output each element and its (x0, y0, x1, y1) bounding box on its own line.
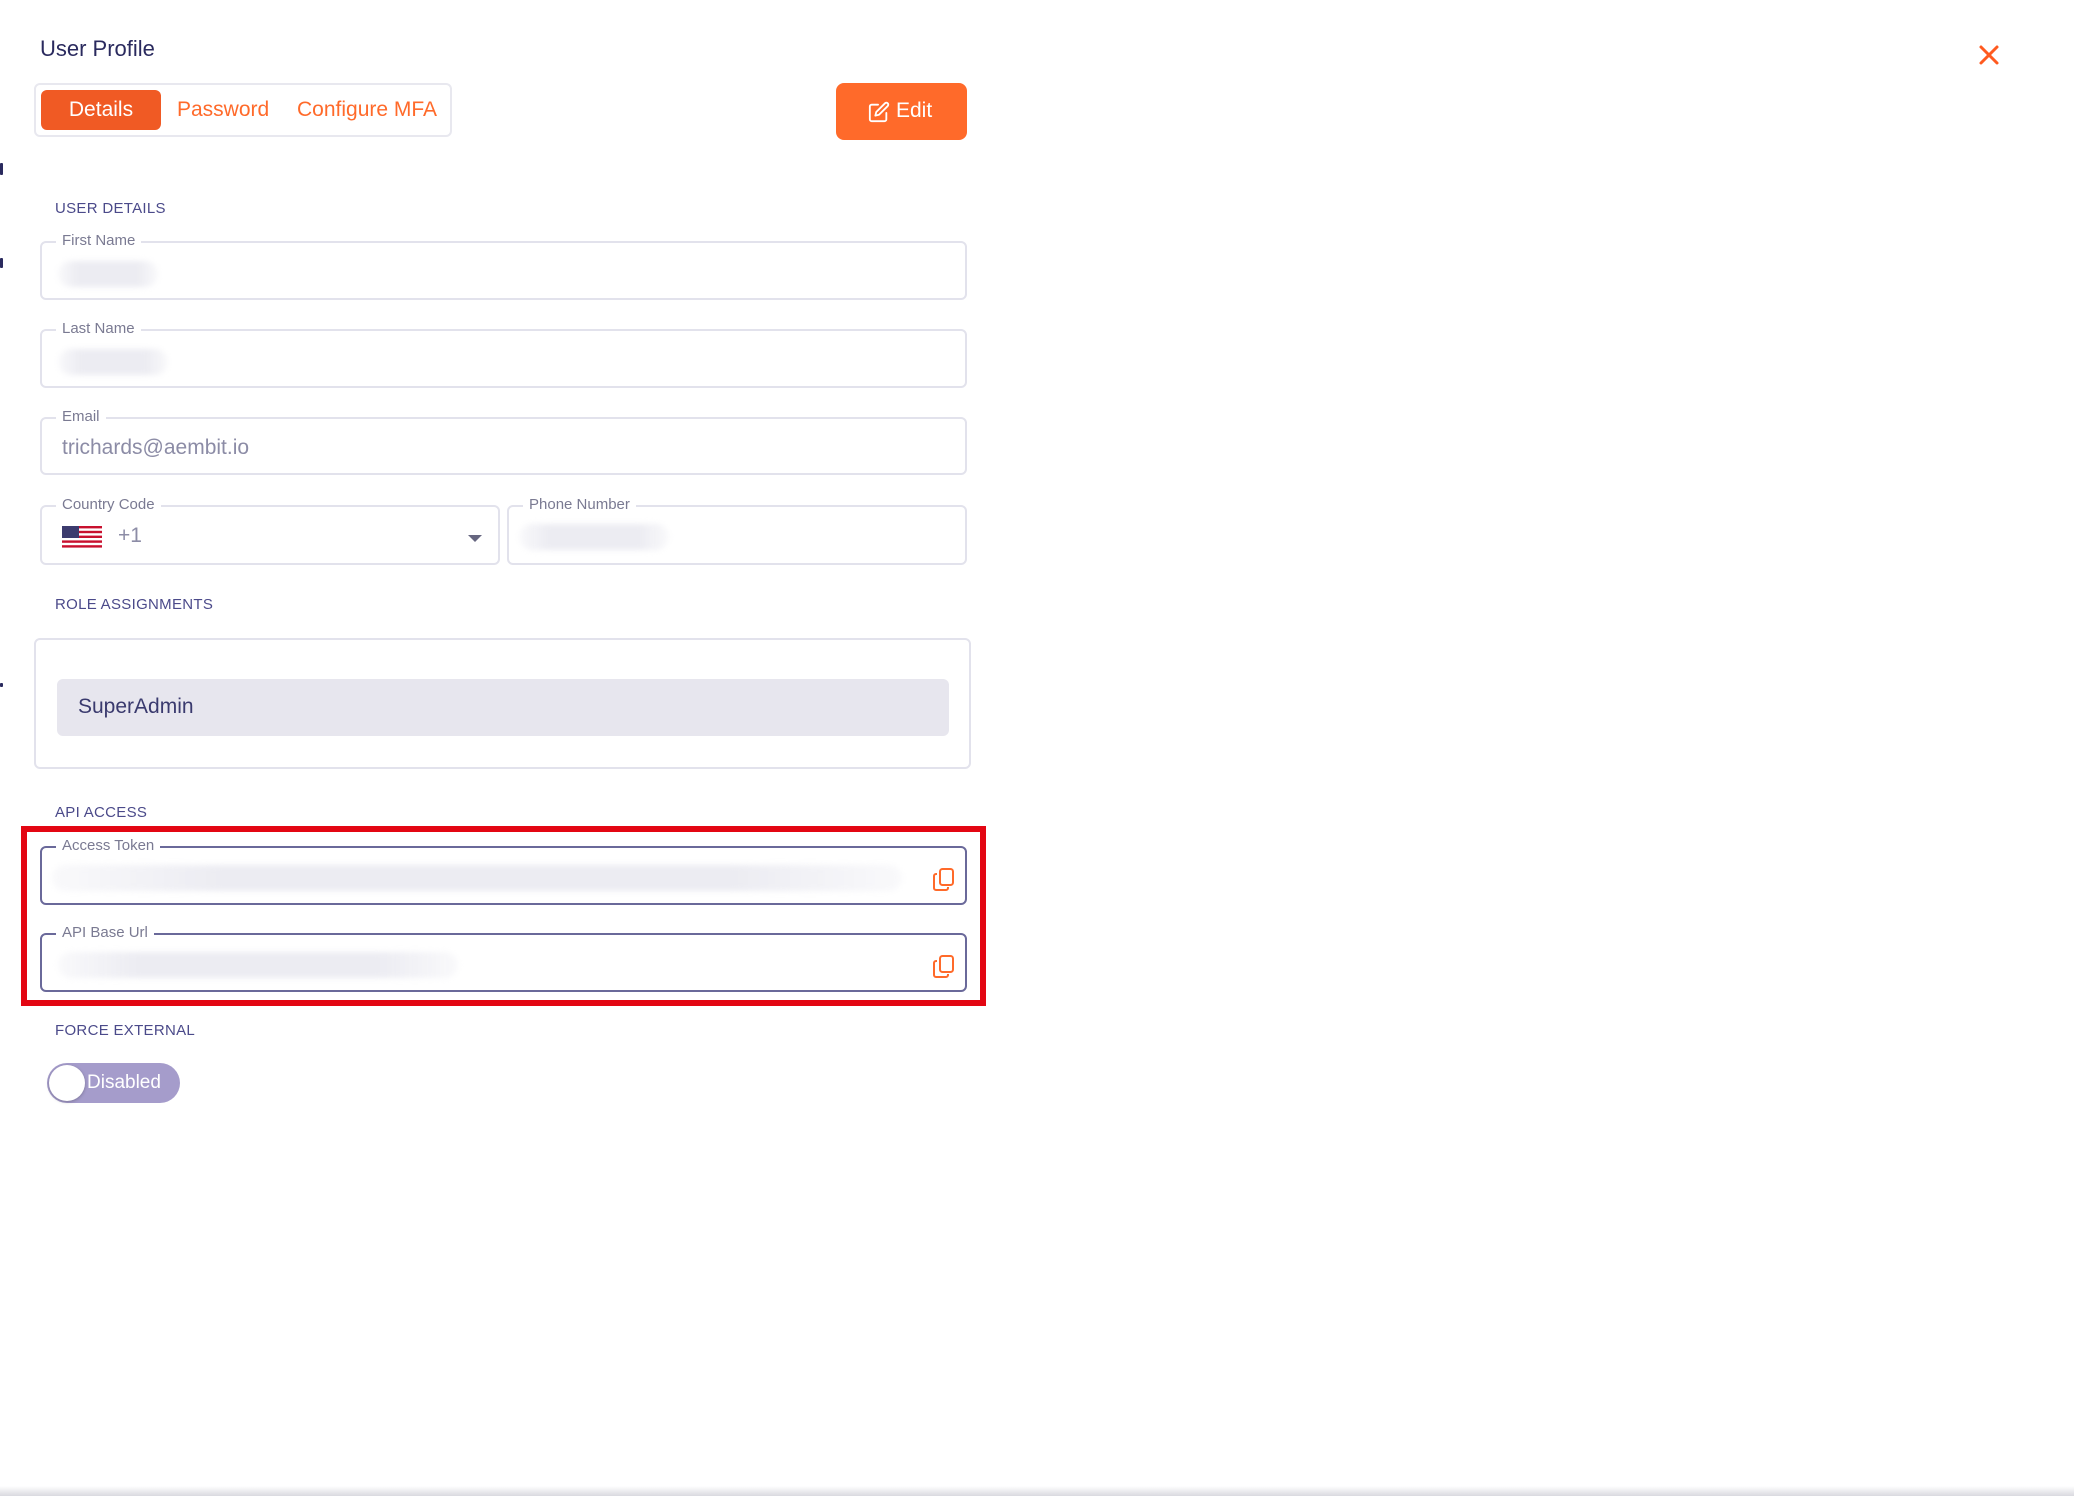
phone-number-field[interactable]: Phone Number (507, 495, 967, 565)
section-label-user-details: USER DETAILS (55, 200, 166, 217)
toggle-knob (49, 1065, 85, 1101)
section-label-force-external: FORCE EXTERNAL (55, 1022, 196, 1039)
phone-number-label: Phone Number (523, 495, 636, 515)
country-code-label: Country Code (56, 495, 161, 515)
country-code-value: +1 (118, 524, 142, 547)
email-label: Email (56, 407, 106, 427)
last-name-field[interactable]: Last Name (40, 319, 967, 388)
country-code-select[interactable]: Country Code +1 (40, 495, 500, 565)
last-name-label: Last Name (56, 319, 141, 339)
background-edge-mark (0, 163, 3, 175)
tab-details[interactable]: Details (41, 90, 161, 130)
page-title: User Profile (40, 36, 155, 61)
api-access-highlight (21, 826, 986, 1006)
edit-button-label: Edit (896, 99, 933, 122)
edit-icon (868, 101, 890, 129)
first-name-label: First Name (56, 231, 142, 251)
first-name-value-redacted (58, 261, 158, 287)
section-label-api-access: API ACCESS (55, 804, 148, 821)
background-edge-mark (0, 683, 3, 687)
role-chip[interactable]: SuperAdmin (57, 679, 949, 736)
section-label-role-assignments: ROLE ASSIGNMENTS (55, 596, 214, 613)
first-name-field[interactable]: First Name (40, 231, 967, 300)
email-field[interactable]: Email trichards@aembit.io (40, 407, 967, 475)
us-flag-icon (62, 526, 102, 550)
email-value: trichards@aembit.io (62, 436, 250, 459)
role-chip-label: SuperAdmin (78, 695, 194, 718)
profile-tabs: Details Password Configure MFA (34, 83, 452, 137)
panel-bottom-edge (0, 1486, 2074, 1496)
phone-number-value-redacted (519, 524, 669, 550)
toggle-label: Disabled (87, 1072, 161, 1093)
tab-configure-mfa[interactable]: Configure MFA (297, 90, 437, 130)
edit-button[interactable]: Edit (836, 83, 967, 140)
force-external-toggle[interactable]: Disabled (47, 1063, 180, 1103)
close-button[interactable] (1972, 38, 2006, 72)
chevron-down-icon[interactable] (468, 535, 482, 542)
background-edge-mark (0, 258, 3, 268)
role-assignments-box: SuperAdmin (34, 638, 971, 769)
last-name-value-redacted (58, 349, 168, 375)
close-icon (1979, 45, 1999, 65)
tab-password[interactable]: Password (177, 90, 269, 130)
